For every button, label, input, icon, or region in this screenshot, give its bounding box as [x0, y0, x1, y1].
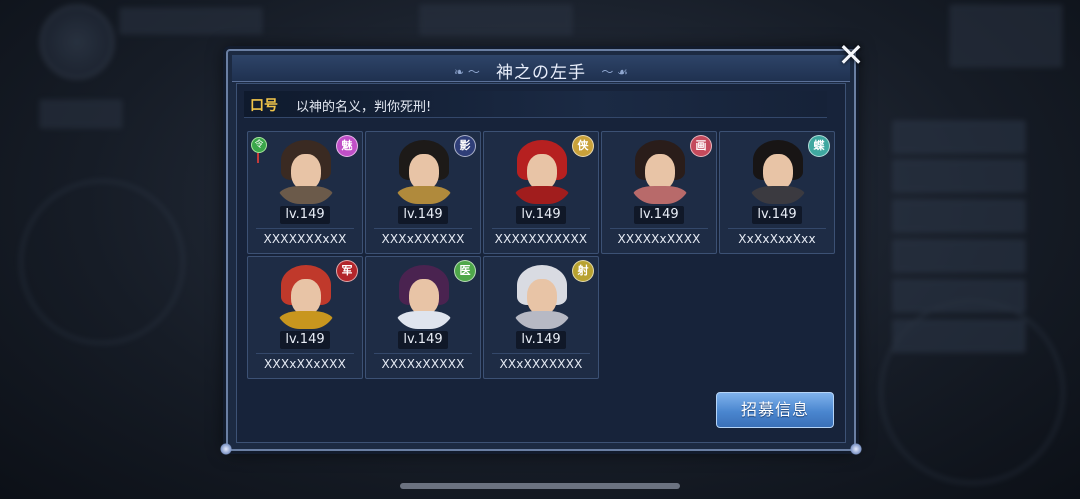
- class-badge-icon: 射: [572, 260, 594, 282]
- bg-decoration: [20, 180, 184, 344]
- member-name: XXxXXXXXXX: [499, 357, 583, 371]
- member-card[interactable]: 令 魅 lv.149 XXXXXXXxXX: [247, 131, 363, 254]
- bg-player-name-bar: [120, 8, 262, 34]
- member-portrait: [747, 138, 809, 204]
- member-card[interactable]: 蝶 lv.149 XxXxXxxXxx: [719, 131, 835, 254]
- bg-menu-item: [893, 160, 1025, 192]
- bg-corner-panel: [950, 5, 1062, 67]
- member-name: XXXXXxXXXX: [617, 232, 701, 246]
- header-ornament-icon: ～ ☙: [601, 65, 628, 79]
- recruit-info-button[interactable]: 招募信息: [716, 392, 834, 428]
- member-portrait: [275, 263, 337, 329]
- member-level: lv.149: [516, 206, 566, 224]
- bg-menu-item: [893, 240, 1025, 272]
- bg-player-avatar: [40, 5, 114, 79]
- bg-tab: [40, 100, 122, 128]
- member-card[interactable]: 画 lv.149 XXXXXxXXXX: [601, 131, 717, 254]
- member-level: lv.149: [752, 206, 802, 224]
- leader-icon: 令: [251, 137, 267, 163]
- corner-ornament-icon: [850, 443, 862, 455]
- bg-menu-item: [893, 200, 1025, 232]
- member-portrait: [629, 138, 691, 204]
- slogan-row: 口号 以神的名义，判你死刑!: [244, 91, 827, 118]
- member-name: XxXxXxxXxx: [738, 232, 816, 246]
- class-badge-icon: 蝶: [808, 135, 830, 157]
- corner-ornament-icon: [220, 443, 232, 455]
- member-name: XXXxXXxXXX: [264, 357, 346, 371]
- member-card[interactable]: 军 lv.149 XXXxXXxXXX: [247, 256, 363, 379]
- member-portrait: [511, 138, 573, 204]
- member-name: XXXxXXXXXX: [381, 232, 465, 246]
- class-badge-icon: 影: [454, 135, 476, 157]
- member-card[interactable]: 射 lv.149 XXxXXXXXXX: [483, 256, 599, 379]
- member-level: lv.149: [280, 206, 330, 224]
- member-portrait: [393, 263, 455, 329]
- class-badge-icon: 医: [454, 260, 476, 282]
- class-badge-icon: 魅: [336, 135, 358, 157]
- home-indicator[interactable]: [400, 483, 680, 489]
- class-badge-icon: 侠: [572, 135, 594, 157]
- class-badge-icon: 画: [690, 135, 712, 157]
- dialog-header: ❧ ～ 神之の左手 ～ ☙: [232, 55, 850, 83]
- member-level: lv.149: [516, 331, 566, 349]
- member-level: lv.149: [280, 331, 330, 349]
- dialog-title: 神之の左手: [496, 63, 586, 83]
- class-badge-icon: 军: [336, 260, 358, 282]
- close-button[interactable]: ✕: [834, 38, 868, 72]
- member-portrait: [511, 263, 573, 329]
- bg-menu-item: [893, 121, 1025, 153]
- member-name: XXXXxXXXXX: [381, 357, 465, 371]
- member-name: XXXXXXXXXXX: [494, 232, 588, 246]
- member-name: XXXXXXXxXX: [263, 232, 347, 246]
- member-card[interactable]: 侠 lv.149 XXXXXXXXXXX: [483, 131, 599, 254]
- bg-decoration: [880, 300, 1064, 484]
- bg-top-bar: [420, 5, 572, 35]
- member-card[interactable]: 医 lv.149 XXXXxXXXXX: [365, 256, 481, 379]
- member-portrait: [393, 138, 455, 204]
- member-level: lv.149: [398, 206, 448, 224]
- member-level: lv.149: [398, 331, 448, 349]
- slogan-label: 口号: [250, 98, 278, 114]
- member-portrait: [275, 138, 337, 204]
- member-card[interactable]: 影 lv.149 XXXxXXXXXX: [365, 131, 481, 254]
- slogan-text: 以神的名义，判你死刑!: [296, 100, 432, 115]
- member-level: lv.149: [634, 206, 684, 224]
